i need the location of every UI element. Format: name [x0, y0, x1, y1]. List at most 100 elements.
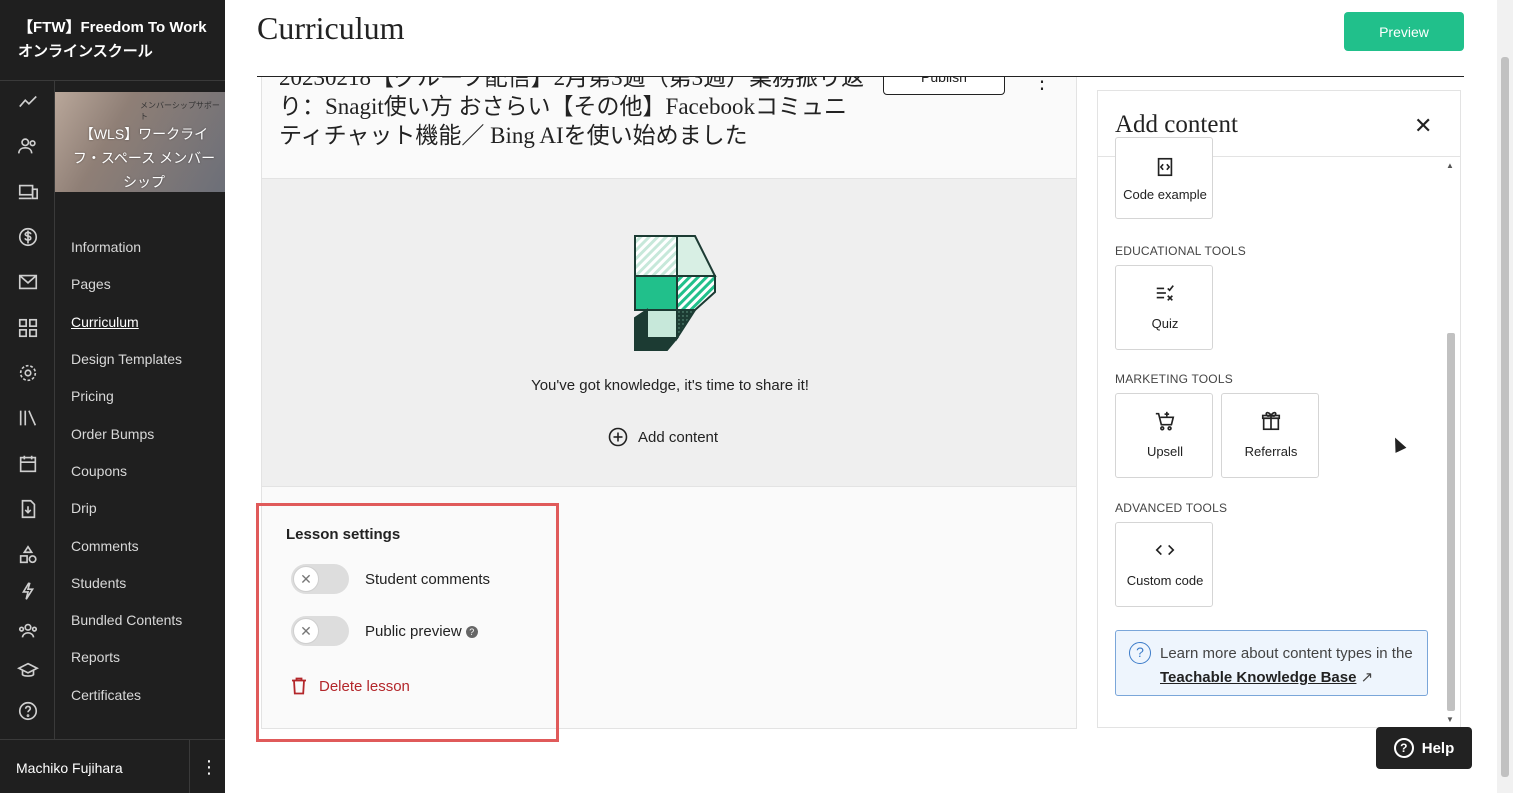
sidebar-footer: Machiko Fujihara ⋮: [0, 739, 225, 793]
public-preview-text: Public preview: [365, 622, 462, 640]
preview-button[interactable]: Preview: [1344, 12, 1464, 51]
school-name[interactable]: 【FTW】Freedom To Work オンラインスクール: [18, 16, 218, 64]
lesson-settings-title: Lesson settings: [286, 526, 401, 543]
tool-label: Referrals: [1244, 444, 1298, 459]
footer-divider: [189, 740, 190, 793]
trash-icon: [292, 677, 306, 695]
thumbnail-title: 【WLS】ワークライフ・スペース メンバーシップ: [72, 126, 216, 190]
add-content-panel: Add content ✕ Code example EDUCATIONAL T…: [1097, 90, 1461, 728]
group-icon[interactable]: [16, 619, 40, 643]
lesson-content-empty: You've got knowledge, it's time to share…: [262, 179, 1076, 487]
plus-circle-icon: [608, 427, 628, 447]
dollar-icon[interactable]: [16, 225, 40, 249]
external-link-icon: ↗: [1360, 669, 1374, 686]
tool-label: Code example: [1123, 187, 1207, 202]
knowledge-base-link[interactable]: Teachable Knowledge Base: [1160, 669, 1356, 686]
page-scrollbar[interactable]: [1497, 0, 1513, 793]
help-label: Help: [1421, 739, 1455, 757]
trend-icon[interactable]: [16, 90, 40, 114]
kb-text: Learn more about content types in the Te…: [1160, 642, 1425, 690]
course-thumbnail[interactable]: メンバーシップサポート 【WLS】ワークライフ・スペース メンバーシップ: [55, 92, 225, 192]
devices-icon[interactable]: [16, 180, 40, 204]
nav-item-design-templates[interactable]: Design Templates: [71, 351, 182, 367]
delete-lesson-label: Delete lesson: [319, 677, 410, 695]
section-educational-tools: EDUCATIONAL TOOLS: [1115, 244, 1246, 258]
public-preview-toggle[interactable]: ✕: [291, 616, 349, 646]
nav-item-students[interactable]: Students: [71, 575, 126, 591]
section-marketing-tools: MARKETING TOOLS: [1115, 372, 1233, 386]
nav-item-pricing[interactable]: Pricing: [71, 388, 114, 404]
tool-custom-code[interactable]: Custom code: [1115, 522, 1213, 607]
shapes-icon[interactable]: [16, 543, 40, 567]
grid-icon[interactable]: [16, 316, 40, 340]
library-icon[interactable]: [16, 406, 40, 430]
panel-scroll-thumb[interactable]: [1447, 333, 1455, 711]
tool-quiz[interactable]: Quiz: [1115, 265, 1213, 350]
user-name[interactable]: Machiko Fujihara: [16, 760, 123, 776]
toggle-off-icon: ✕: [293, 566, 319, 592]
question-icon[interactable]: ?: [465, 625, 478, 638]
thumbnail-caption: メンバーシップサポート: [140, 101, 220, 121]
nav-item-reports[interactable]: Reports: [71, 649, 120, 665]
tool-referrals[interactable]: Referrals: [1221, 393, 1319, 478]
scroll-up-icon[interactable]: ▲: [1446, 161, 1454, 170]
scroll-down-icon[interactable]: ▼: [1446, 715, 1454, 724]
nav-item-order-bumps[interactable]: Order Bumps: [71, 426, 154, 442]
nav-item-bundled-contents[interactable]: Bundled Contents: [71, 612, 182, 628]
nav-item-coupons[interactable]: Coupons: [71, 463, 127, 479]
nav-item-certificates[interactable]: Certificates: [71, 687, 141, 703]
graduation-icon[interactable]: [16, 659, 40, 683]
public-preview-row: ✕ Public preview?: [291, 616, 478, 646]
question-circle-icon: ?: [1129, 642, 1151, 664]
icon-rail: [0, 81, 55, 739]
tool-label: Upsell: [1146, 444, 1184, 459]
close-icon[interactable]: ✕: [1414, 113, 1432, 139]
help-button[interactable]: ? Help: [1376, 727, 1472, 769]
tool-label: Custom code: [1126, 573, 1204, 588]
calendar-icon[interactable]: [16, 452, 40, 476]
tool-code-example[interactable]: Code example: [1115, 137, 1213, 219]
users-icon[interactable]: [16, 134, 40, 158]
nav-item-comments[interactable]: Comments: [71, 538, 139, 554]
section-advanced-tools: ADVANCED TOOLS: [1115, 501, 1228, 515]
nav-item-information[interactable]: Information: [71, 239, 141, 255]
public-preview-label: Public preview?: [365, 623, 478, 640]
nav-item-drip[interactable]: Drip: [71, 500, 97, 516]
empty-state-message: You've got knowledge, it's time to share…: [531, 377, 809, 394]
knowledge-base-callout: ? Learn more about content types in the …: [1115, 630, 1428, 696]
bolt-icon[interactable]: [16, 579, 40, 603]
student-comments-label: Student comments: [365, 570, 491, 588]
lesson-menu-icon[interactable]: ⋮: [1032, 77, 1052, 94]
nav-item-curriculum[interactable]: Curriculum: [71, 314, 139, 330]
sidebar: 【FTW】Freedom To Work オンラインスクール メンバーシップサポ…: [0, 0, 225, 793]
lesson-title[interactable]: 20230218【グループ配信】2月第3週（第3週）業務振り返り：Snagit使…: [279, 77, 869, 150]
mail-icon[interactable]: [16, 270, 40, 294]
help-circle-icon: ?: [1393, 738, 1414, 758]
gift-icon: [1222, 410, 1320, 432]
add-content-label: Add content: [638, 428, 719, 446]
student-comments-row: ✕ Student comments: [291, 564, 490, 594]
code-file-icon: [1116, 156, 1214, 178]
help-icon[interactable]: [16, 699, 40, 723]
gear-icon[interactable]: [16, 361, 40, 385]
lesson-header: 20230218【グループ配信】2月第3週（第3週）業務振り返り：Snagit使…: [262, 77, 1076, 179]
add-content-button[interactable]: Add content: [608, 427, 718, 447]
cart-plus-icon: [1116, 410, 1214, 432]
code-icon: [1116, 539, 1214, 561]
delete-lesson-button[interactable]: Delete lesson: [291, 677, 410, 695]
kebab-menu-icon[interactable]: ⋮: [200, 756, 218, 778]
page-scroll-thumb[interactable]: [1501, 57, 1509, 777]
kb-text-body: Learn more about content types in the: [1160, 645, 1413, 662]
page-title: Curriculum: [257, 10, 405, 46]
download-icon[interactable]: [16, 497, 40, 521]
student-comments-toggle[interactable]: ✕: [291, 564, 349, 594]
lesson-settings: Lesson settings ✕ Student comments ✕ Pub…: [256, 503, 559, 742]
nav-item-pages[interactable]: Pages: [71, 276, 111, 292]
toggle-off-icon: ✕: [293, 618, 319, 644]
tool-upsell[interactable]: Upsell: [1115, 393, 1213, 478]
panel-scrollbar[interactable]: ▲ ▼: [1445, 157, 1457, 727]
panel-title: Add content: [1115, 111, 1238, 138]
quiz-icon: [1116, 282, 1214, 304]
publish-button[interactable]: Publish: [883, 77, 1005, 95]
empty-state-illustration-icon: [634, 235, 717, 351]
